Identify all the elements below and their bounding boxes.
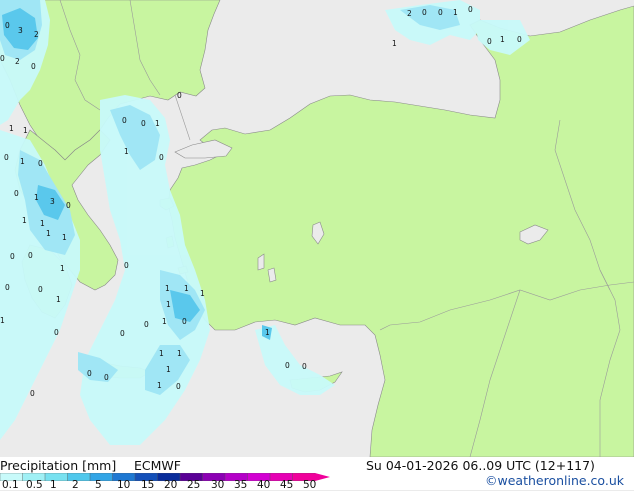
map-value: 0 — [104, 373, 109, 382]
legend-label: 35 — [234, 479, 248, 491]
legend-label: 5 — [95, 479, 102, 491]
map-value: 1 — [177, 349, 182, 358]
model-name: ECMWF — [134, 458, 181, 473]
map-value: 0 — [28, 251, 33, 260]
map-value: 0 — [10, 252, 15, 261]
map-value: 0 — [159, 153, 164, 162]
map-value: 1 — [165, 284, 170, 293]
map-value: 2 — [34, 30, 39, 39]
map-value: 0 — [120, 329, 125, 338]
legend-label: 0.5 — [26, 479, 43, 491]
map-value: 1 — [166, 300, 171, 309]
legend-swatch — [67, 473, 91, 481]
map-value: 0 — [5, 283, 10, 292]
legend-overflow-arrow — [315, 473, 330, 481]
map-value: 0 — [0, 54, 5, 63]
legend-label: 15 — [141, 479, 155, 491]
map-value: 1 — [60, 264, 65, 273]
map-value: 0 — [30, 389, 35, 398]
legend-label: 1 — [50, 479, 57, 491]
map-value: 0 — [124, 261, 129, 270]
map-value: 1 — [453, 8, 458, 17]
map-value: 0 — [487, 37, 492, 46]
map-value: 1 — [159, 349, 164, 358]
map-value: 2 — [15, 57, 20, 66]
product-title: Precipitation [mm] — [0, 458, 117, 473]
map-value: 1 — [155, 119, 160, 128]
map-value: 1 — [40, 219, 45, 228]
map-value: 1 — [124, 147, 129, 156]
map-value: 1 — [200, 289, 205, 298]
map-value: 1 — [0, 316, 5, 325]
legend-label: 2 — [72, 479, 79, 491]
map-value: 0 — [144, 320, 149, 329]
map-value: 1 — [34, 193, 39, 202]
map-value: 0 — [285, 361, 290, 370]
map-value: 1 — [23, 126, 28, 135]
map-value: 1 — [500, 35, 505, 44]
map-value: 0 — [54, 328, 59, 337]
legend-label: 50 — [303, 479, 317, 491]
map-value: 0 — [5, 21, 10, 30]
map-value: 1 — [265, 328, 270, 337]
map-value: 1 — [9, 124, 14, 133]
map-value: 1 — [20, 157, 25, 166]
map-value: 1 — [166, 365, 171, 374]
map-value: 1 — [162, 317, 167, 326]
map-value: 0 — [517, 35, 522, 44]
credit-link[interactable]: ©weatheronline.co.uk — [485, 474, 624, 488]
legend-label: 20 — [164, 479, 178, 491]
map-value: 1 — [56, 295, 61, 304]
map-value: 0 — [422, 8, 427, 17]
map-value: 0 — [87, 369, 92, 378]
map-value: 0 — [177, 91, 182, 100]
map-value: 0 — [14, 189, 19, 198]
legend-label: 40 — [257, 479, 271, 491]
map-value: 1 — [184, 284, 189, 293]
legend-label: 25 — [187, 479, 201, 491]
map-value: 0 — [31, 62, 36, 71]
map-value: 3 — [50, 197, 55, 206]
map-value: 1 — [392, 39, 397, 48]
map-value: 0 — [182, 317, 187, 326]
map-value: 0 — [302, 362, 307, 371]
precipitation-map: 2 0 1 0 1 0 0 1 0 0 3 2 0 2 0 1 1 0 0 0 … — [0, 0, 634, 457]
map-value: 0 — [176, 382, 181, 391]
map-value: 0 — [438, 8, 443, 17]
map-value: 2 — [407, 9, 412, 18]
map-value: 1 — [62, 233, 67, 242]
map-value: 0 — [38, 285, 43, 294]
map-value: 0 — [468, 5, 473, 14]
legend-label: 0.1 — [2, 479, 19, 491]
map-value: 1 — [22, 216, 27, 225]
map-value: 1 — [46, 229, 51, 238]
map-value: 3 — [18, 26, 23, 35]
map-value: 0 — [66, 201, 71, 210]
legend-label: 30 — [211, 479, 225, 491]
map-value: 1 — [157, 381, 162, 390]
legend-label: 10 — [117, 479, 131, 491]
map-value: 0 — [122, 116, 127, 125]
map-value: 0 — [38, 159, 43, 168]
map-value: 0 — [4, 153, 9, 162]
map-value: 0 — [141, 119, 146, 128]
valid-time: Su 04-01-2026 06..09 UTC (12+117) — [366, 458, 595, 473]
legend-label: 45 — [280, 479, 294, 491]
